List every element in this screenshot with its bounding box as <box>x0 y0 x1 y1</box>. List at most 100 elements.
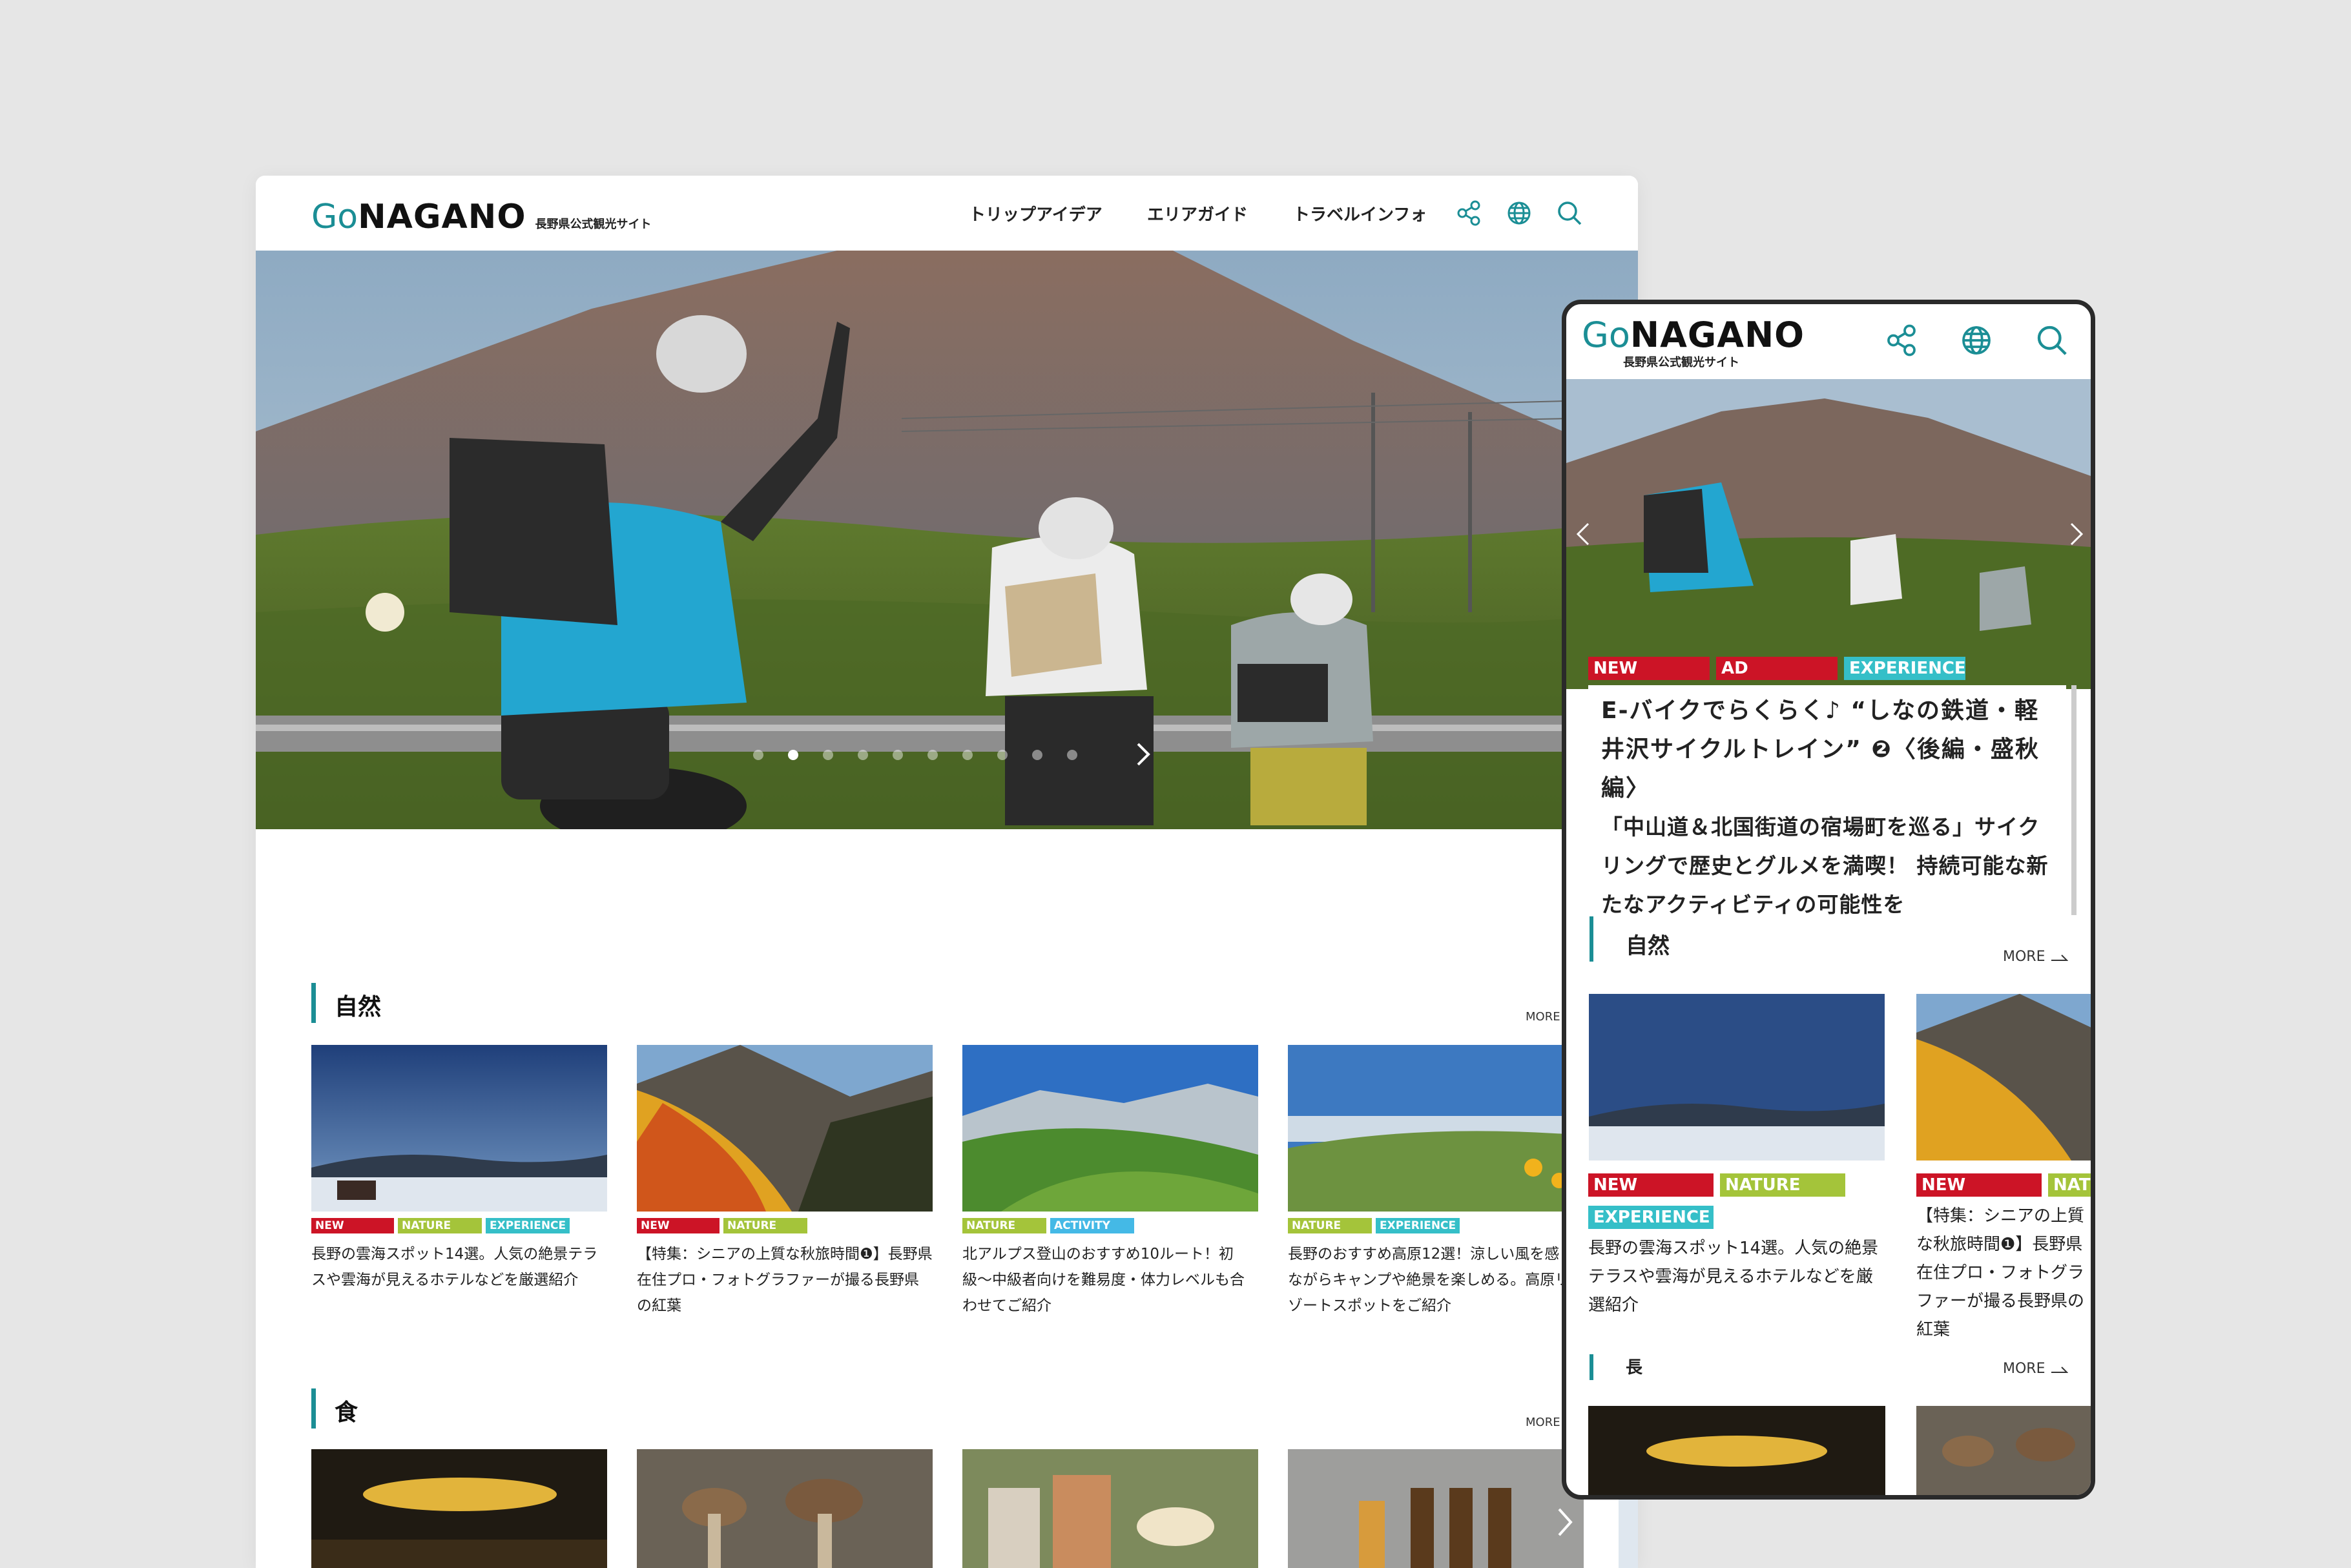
more-label: MORE <box>2003 949 2045 965</box>
share-icon[interactable] <box>1453 198 1484 229</box>
card-title[interactable]: 長野の雲海スポット14選。人気の絶景テラスや雲海が見えるホテルなどを厳選紹介 <box>1588 1234 1885 1319</box>
section-marker <box>1590 1354 1593 1380</box>
logo-go: Go <box>1582 315 1630 355</box>
carousel-dot[interactable] <box>962 750 973 760</box>
carousel-dot-active[interactable] <box>788 750 798 760</box>
card-image-restaurant[interactable] <box>1588 1406 1885 1495</box>
scrollbar-thumb[interactable] <box>2071 685 2077 915</box>
card-title[interactable]: 北アルプス登山のおすすめ10ルート！初級〜中級者向けを難易度・体力レベルも合わせ… <box>962 1241 1258 1319</box>
logo-tagline: 長野県公式観光サイト <box>535 218 652 231</box>
arrow-right-icon <box>2051 954 2069 961</box>
tag-new[interactable]: NEW <box>1588 1173 1714 1197</box>
more-link[interactable]: MORE <box>1526 1010 1560 1024</box>
more-link[interactable]: MORE <box>2003 1361 2069 1377</box>
carousel-dots <box>753 750 1077 760</box>
tag-list: NEW NATURE <box>1588 1173 1885 1197</box>
card-image-cafe[interactable] <box>962 1449 1258 1568</box>
hero-title[interactable]: E-バイクでらくらく♪ “しなの鉄道・軽井沢サイクルトレイン” ❷〈後編・盛秋編… <box>1588 685 2066 808</box>
hero-photo-cyclists <box>256 251 1638 829</box>
globe-icon[interactable] <box>1957 321 1996 360</box>
section-marker <box>311 983 316 1023</box>
carousel-dot[interactable] <box>893 750 903 760</box>
tag-new[interactable]: NEW <box>637 1218 720 1233</box>
logo-nagano: NAGANO <box>1630 315 1805 355</box>
site-logo[interactable]: Go NAGANO 長野県公式観光サイト <box>311 198 652 236</box>
globe-icon[interactable] <box>1504 198 1535 229</box>
carousel-next-icon[interactable] <box>1555 1506 1575 1538</box>
nav-area-guide[interactable]: エリアガイド <box>1147 201 1248 225</box>
more-link[interactable]: MORE <box>2003 949 2069 965</box>
site-logo[interactable]: Go NAGANO <box>1582 315 1805 355</box>
tag-nature[interactable]: NATURE <box>1720 1173 1845 1197</box>
tag-new[interactable]: NEW <box>1916 1173 2042 1197</box>
hero-carousel[interactable] <box>1566 379 2091 689</box>
logo-go: Go <box>311 198 358 236</box>
carousel-dot[interactable] <box>997 750 1008 760</box>
card[interactable]: NATURE EXPERIENCE 長野のおすすめ高原12選！涼しい風を感じなが… <box>1288 1045 1584 1319</box>
card-image-mushrooms[interactable] <box>637 1449 933 1568</box>
card-image-autumn-leaves <box>1916 994 2091 1161</box>
carousel-prev-icon[interactable] <box>1575 521 1591 547</box>
card-image-autumn-leaves <box>637 1045 933 1212</box>
section-title-food: 食 <box>335 1399 358 1426</box>
card-image-craft-beer[interactable] <box>1288 1449 1584 1568</box>
carousel-dot[interactable] <box>1067 750 1077 760</box>
tag-nature[interactable]: NATURE <box>962 1218 1046 1233</box>
card-image-sea-of-clouds <box>1588 994 1885 1161</box>
tag-experience[interactable]: EXPERIENCE <box>1588 1206 1714 1229</box>
desktop-browser-mockup: Go NAGANO 長野県公式観光サイト トリップアイデア エリアガイド トラベ… <box>256 176 1638 1568</box>
card[interactable]: NEW NAT 【特集：シニアの上質な秋旅時間❶】長野県在住プロ・フォトグラファ… <box>1916 994 2091 1344</box>
more-link[interactable]: MORE <box>1526 1416 1560 1429</box>
card[interactable]: NEW NATURE EXPERIENCE 長野の雲海スポット14選。人気の絶景… <box>1588 994 1885 1319</box>
section-marker <box>1590 916 1593 962</box>
tag-nature[interactable]: NATURE <box>723 1218 807 1233</box>
carousel-dot[interactable] <box>927 750 938 760</box>
logo-tagline: 長野県公式観光サイト <box>1623 356 1739 369</box>
tag-list: EXPERIENCE <box>1588 1206 1885 1229</box>
tag-nature[interactable]: NAT <box>2048 1173 2091 1197</box>
tag-experience[interactable]: EXPERIENCE <box>486 1218 570 1233</box>
card-title[interactable]: 【特集：シニアの上質な秋旅時間❶】長野県在住プロ・フォトグラファーが撮る長野県の… <box>1916 1202 2091 1344</box>
search-icon[interactable] <box>2033 321 2071 360</box>
carousel-next-icon[interactable] <box>1133 741 1152 767</box>
tag-experience[interactable]: EXPERIENCE <box>1376 1218 1460 1233</box>
mobile-device-mockup: Go NAGANO 長野県公式観光サイト NEW AD EXPERIENCE E… <box>1562 300 2095 1500</box>
nav-trip-ideas[interactable]: トリップアイデア <box>969 201 1103 225</box>
tag-activity[interactable]: ACTIVITY <box>1050 1218 1134 1233</box>
card-title[interactable]: 【特集：シニアの上質な秋旅時間❶】長野県在住プロ・フォトグラファーが撮る長野県の… <box>637 1241 933 1319</box>
carousel-dot[interactable] <box>753 750 763 760</box>
hero-description: 「中山道＆北国街道の宿場町を巡る」サイクリングで歴史とグルメを満喫！ 持続可能な… <box>1601 814 2049 917</box>
tag-new[interactable]: NEW <box>311 1218 394 1233</box>
share-icon[interactable] <box>1882 321 1921 360</box>
carousel-dot[interactable] <box>823 750 833 760</box>
logo-nagano: NAGANO <box>358 198 526 236</box>
tag-nature[interactable]: NATURE <box>398 1218 482 1233</box>
tag-new[interactable]: NEW <box>1588 657 1710 680</box>
card-image-mushrooms[interactable] <box>1916 1406 2091 1495</box>
hero-text-panel[interactable]: E-バイクでらくらく♪ “しなの鉄道・軽井沢サイクルトレイン” ❷〈後編・盛秋編… <box>1588 685 2066 922</box>
carousel-dot[interactable] <box>858 750 868 760</box>
tag-list: NEW NATURE <box>637 1218 933 1235</box>
section-title-nature: 自然 <box>335 994 382 1020</box>
search-icon[interactable] <box>1554 198 1585 229</box>
carousel-next-icon[interactable] <box>2069 521 2084 547</box>
site-header: Go NAGANO 長野県公式観光サイト トリップアイデア エリアガイド トラベ… <box>256 176 1638 251</box>
card[interactable]: NATURE ACTIVITY 北アルプス登山のおすすめ10ルート！初級〜中級者… <box>962 1045 1258 1319</box>
card-title[interactable]: 長野のおすすめ高原12選！涼しい風を感じながらキャンプや絶景を楽しめる。高原リゾ… <box>1288 1241 1584 1319</box>
card-image-alps-ridge <box>962 1045 1258 1212</box>
card-image-restaurant[interactable] <box>311 1449 607 1568</box>
nav-travel-info[interactable]: トラベルインフォ <box>1293 201 1427 225</box>
carousel-dot[interactable] <box>1032 750 1042 760</box>
hero-carousel[interactable] <box>256 251 1638 829</box>
card-title[interactable]: 長野の雲海スポット14選。人気の絶景テラスや雲海が見えるホテルなどを厳選紹介 <box>311 1241 607 1293</box>
card[interactable]: NEW NATURE 【特集：シニアの上質な秋旅時間❶】長野県在住プロ・フォトグ… <box>637 1045 933 1319</box>
tag-nature[interactable]: NATURE <box>1288 1218 1372 1233</box>
card[interactable]: NEW NATURE EXPERIENCE 長野の雲海スポット14選。人気の絶景… <box>311 1045 607 1293</box>
tag-experience[interactable]: EXPERIENCE <box>1844 657 1965 680</box>
section-marker <box>311 1388 316 1429</box>
tag-list: NEW NATURE EXPERIENCE <box>311 1218 607 1235</box>
section-title-nature: 自然 <box>1626 933 1670 959</box>
tag-ad[interactable]: AD <box>1716 657 1838 680</box>
clip-edge <box>2091 982 2095 1434</box>
hero-photo-cyclists <box>1566 379 2091 689</box>
